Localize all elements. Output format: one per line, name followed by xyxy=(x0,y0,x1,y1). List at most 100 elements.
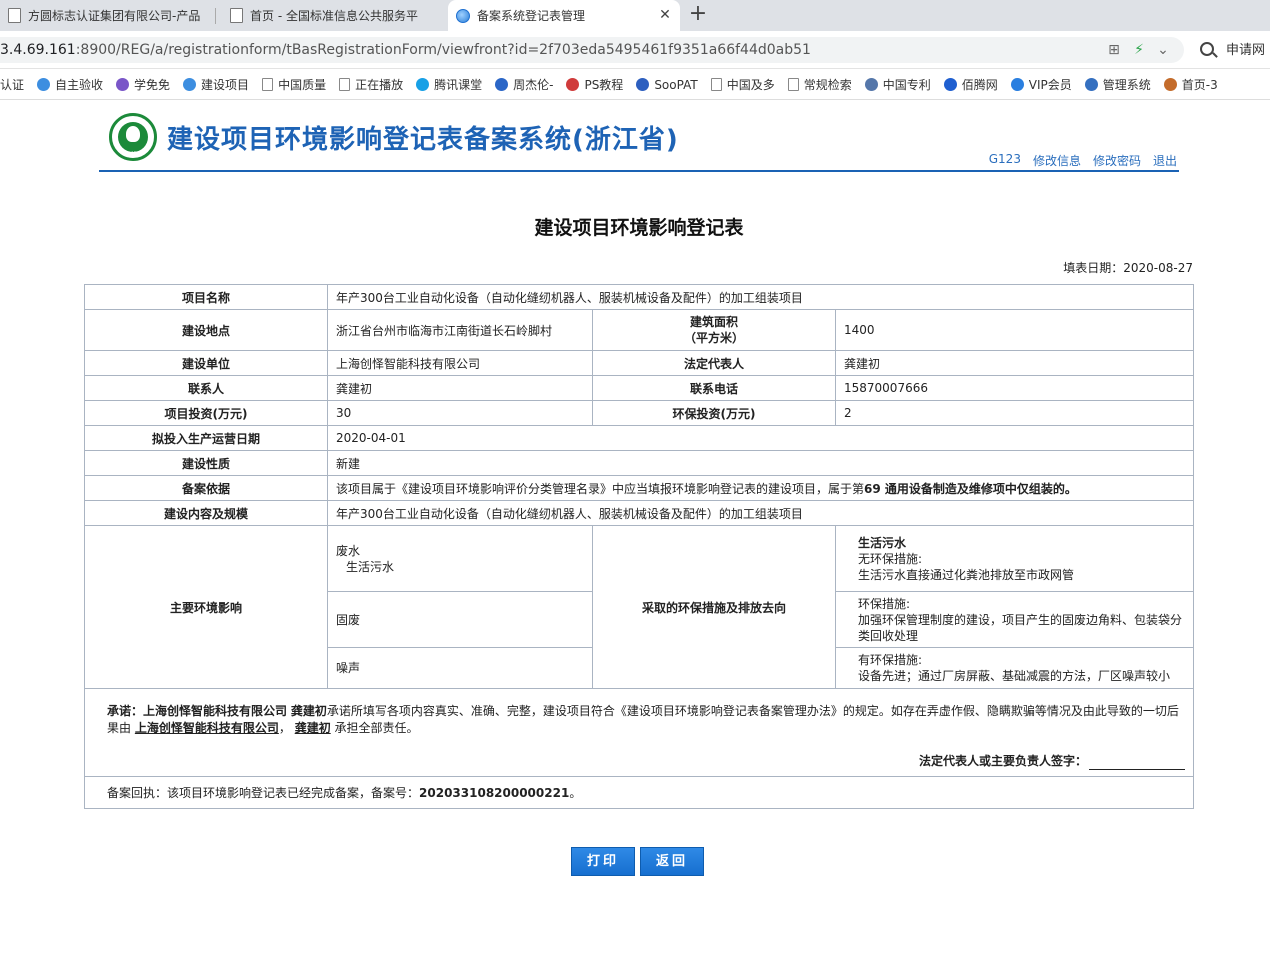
site-title: 建设项目环境影响登记表备案系统(浙江省) xyxy=(167,125,679,155)
table-row: 主要环境影响 废水 生活污水 采取的环保措施及排放去向 生活污水 无环保措施: … xyxy=(84,525,1195,689)
promise-cell: 承诺：上海创怿智能科技有限公司 龚建初承诺所填写各项内容真实、准确、完整，建设项… xyxy=(83,688,1195,777)
table-row: 备案回执：该项目环境影响登记表已经完成备案，备案号：20203310820000… xyxy=(83,776,1195,809)
bookmark-item[interactable]: 认证 xyxy=(0,76,24,93)
basis-category: 69 通用设备制造及维修项中仅组装的。 xyxy=(864,481,1077,496)
chevron-down-icon[interactable]: ⌄ xyxy=(1155,42,1171,58)
doc-icon xyxy=(864,78,878,91)
bookmark-item[interactable]: VIP会员 xyxy=(1010,76,1072,93)
measure-label: 无环保措施: xyxy=(858,551,923,566)
b-icon xyxy=(943,78,957,91)
bookmark-item[interactable]: 佰腾网 xyxy=(943,76,998,93)
close-icon[interactable]: ✕ xyxy=(658,8,672,22)
measure-label: 有环保措施: xyxy=(858,653,923,667)
fill-date-value: 2020-08-27 xyxy=(1123,261,1193,275)
field-label: 联系人 xyxy=(84,375,328,401)
logo-icon xyxy=(116,78,130,91)
nature-value: 新建 xyxy=(326,450,1195,476)
logout-link[interactable]: 退出 xyxy=(1153,152,1177,169)
bookmark-label: VIP会员 xyxy=(1028,78,1072,92)
bookmark-item[interactable]: 中国专利 xyxy=(864,76,931,93)
measure-text: 加强环保管理制度的建设，项目产生的固废边角料、包装袋分类回收处理 xyxy=(858,612,1183,643)
receipt-suffix: 。 xyxy=(569,786,582,800)
url-field[interactable]: 3.4.69.161:8900/REG/a/registrationform/t… xyxy=(0,37,1184,63)
bookmark-item[interactable]: 管理系统 xyxy=(1084,76,1151,93)
search-icon xyxy=(1200,41,1214,56)
bookmark-item[interactable]: 自主验收 xyxy=(37,76,103,93)
grid-icon[interactable]: ⊞ xyxy=(1106,42,1122,58)
area-label: 建筑面积 xyxy=(689,315,738,329)
bookmark-item[interactable]: 中国及多 xyxy=(710,76,775,93)
field-label: 拟投入生产运营日期 xyxy=(84,425,328,451)
field-label: 建设内容及规模 xyxy=(84,500,328,526)
promise-person: 龚建初 xyxy=(290,704,327,718)
table-row: 建设性质 新建 xyxy=(84,450,1195,476)
table-row: 项目名称 年产300台工业自动化设备（自动化缝纫机器人、服装机械设备及配件）的加… xyxy=(84,284,1195,310)
contact-value: 龚建初 xyxy=(327,375,593,401)
basis-text: 该项目属于《建设项目环境影响评价分类管理名录》中应当填报环境影响登记表的建设项目… xyxy=(336,481,865,496)
bookmark-label: SooPAT xyxy=(654,77,698,92)
bookmark-item[interactable]: 学免免 xyxy=(116,76,170,93)
url-host: 3.4.69.161 xyxy=(0,42,76,58)
investment-value: 30 xyxy=(327,400,593,426)
signature-label: 法定代表人或主要负责人签字： xyxy=(919,754,1088,768)
field-label: 备案依据 xyxy=(84,475,328,501)
bookmark-label: 管理系统 xyxy=(1102,78,1151,92)
bookmark-label: 认证 xyxy=(0,78,25,92)
start-date-value: 2020-04-01 xyxy=(326,425,1195,451)
lightning-icon[interactable]: ⚡ xyxy=(1131,42,1147,58)
table-row: 项目投资(万元) 30 环保投资(万元) 2 xyxy=(84,400,1195,426)
bookmark-item[interactable]: PS教程 xyxy=(566,76,623,93)
measure-water: 生活污水 无环保措施: 生活污水直接通过化粪池排放至市政网管 xyxy=(834,525,1195,592)
bookmark-label: 学免免 xyxy=(134,78,171,92)
search-label: 申请网 xyxy=(1226,43,1266,58)
bookmark-item[interactable]: 建设项目 xyxy=(183,76,249,93)
cake-icon xyxy=(1163,78,1177,91)
bookmarks-bar: 认证 自主验收 学免免 建设项目 中国质量 正在播放 腾讯课堂 周杰伦- PS教程 SooPAT 中… xyxy=(0,70,1270,100)
legal-rep-value: 龚建初 xyxy=(834,350,1195,376)
diamond-icon xyxy=(416,78,430,91)
field-label: 联系电话 xyxy=(592,375,836,401)
bookmark-item[interactable]: 中国质量 xyxy=(262,76,326,93)
area-value: 1400 xyxy=(834,309,1195,351)
edit-info-link[interactable]: 修改信息 xyxy=(1033,152,1081,169)
address-bar: 3.4.69.161:8900/REG/a/registrationform/t… xyxy=(0,31,1270,69)
browser-tab-3-active[interactable]: 备案系统登记表管理 ✕ xyxy=(448,0,680,31)
bookmark-item[interactable]: 常规检索 xyxy=(787,76,852,93)
impact-solid-waste: 固废 xyxy=(327,591,593,648)
area-unit-label: （平方米） xyxy=(683,331,744,345)
browser-tab-1[interactable]: 方圆标志认证集团有限公司-产品 xyxy=(0,0,215,31)
user-link[interactable]: G123 xyxy=(989,152,1021,169)
measure-solid-waste: 环保措施: 加强环保管理制度的建设，项目产生的固废边角料、包装袋分类回收处理 xyxy=(834,591,1195,648)
bookmark-label: 中国及多 xyxy=(726,78,775,92)
print-button[interactable]: 打印 xyxy=(571,847,635,876)
table-row: 承诺：上海创怿智能科技有限公司 龚建初承诺所填写各项内容真实、准确、完整，建设项… xyxy=(83,688,1195,777)
form-title: 建设项目环境影响登记表 xyxy=(534,217,744,239)
new-tab-icon[interactable]: + xyxy=(686,3,710,27)
browser-tab-2[interactable]: 首页 - 全国标准信息公共服务平 xyxy=(222,0,447,31)
measure-label: 环保措施: xyxy=(858,596,911,611)
bookmark-item[interactable]: 首页-3 xyxy=(1163,76,1218,93)
bookmark-item[interactable]: 周杰伦- xyxy=(495,76,553,93)
change-password-link[interactable]: 修改密码 xyxy=(1093,152,1141,169)
registration-table: 项目名称 年产300台工业自动化设备（自动化缝纫机器人、服装机械设备及配件）的加… xyxy=(83,284,1195,809)
globe-icon xyxy=(37,78,51,91)
promise-text: 承诺：上海创怿智能科技有限公司 龚建初承诺所填写各项内容真实、准确、完整，建设项… xyxy=(107,704,1179,735)
bookmark-item[interactable]: SooPAT xyxy=(636,77,698,92)
project-name-value: 年产300台工业自动化设备（自动化缝纫机器人、服装机械设备及配件）的加工组装项目 xyxy=(326,284,1195,310)
bookmark-item[interactable]: 腾讯课堂 xyxy=(416,76,482,93)
back-button[interactable]: 返回 xyxy=(640,847,704,876)
measure-text: 生活污水直接通过化粪池排放至市政网管 xyxy=(858,567,1075,582)
env-investment-value: 2 xyxy=(834,400,1195,426)
tab-title: 首页 - 全国标准信息公共服务平 xyxy=(250,9,418,23)
impact-type: 废水 xyxy=(336,543,361,558)
bookmark-item[interactable]: 正在播放 xyxy=(339,76,403,93)
field-label: 采取的环保措施及排放去向 xyxy=(592,525,836,689)
search-box[interactable]: 申请网 xyxy=(1200,39,1265,58)
gear-icon xyxy=(1084,78,1098,91)
receipt-text: 备案回执：该项目环境影响登记表已经完成备案，备案号： xyxy=(107,786,420,800)
page-icon xyxy=(8,8,21,23)
signature-row: 法定代表人或主要负责人签字： xyxy=(107,753,1186,770)
promise-company-underlined: 上海创怿智能科技有限公司 xyxy=(134,721,279,735)
url-path: :8900/REG/a/registrationform/tBasRegistr… xyxy=(75,42,811,58)
field-label: 建筑面积 （平方米） xyxy=(592,309,836,351)
